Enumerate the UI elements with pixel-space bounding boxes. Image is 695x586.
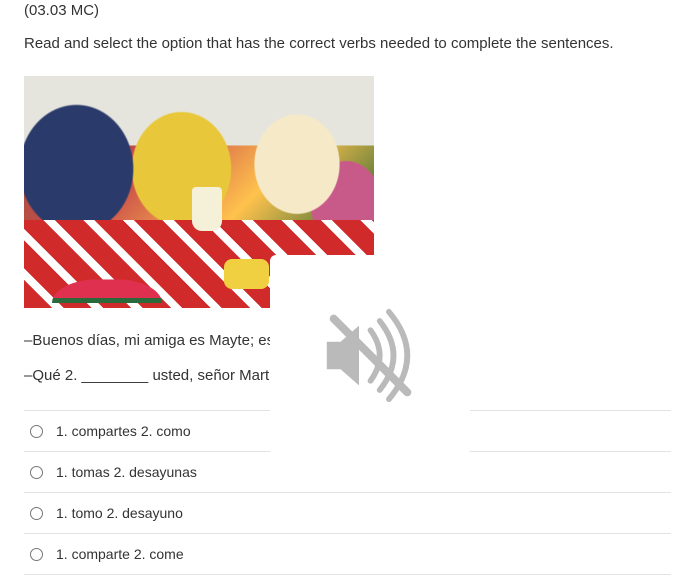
- option-3[interactable]: 1. tomo 2. desayuno: [24, 493, 671, 534]
- option-1-label: 1. compartes 2. como: [56, 423, 191, 439]
- corn-shape: [224, 259, 269, 289]
- option-2[interactable]: 1. tomas 2. desayunas: [24, 452, 671, 493]
- option-1-radio[interactable]: [30, 425, 43, 438]
- speaker-muted-icon: [313, 298, 428, 413]
- sentence-1-pre: –Buenos días, mi amiga es Mayte; e: [24, 332, 267, 349]
- question-meta: (03.03 MC): [24, 2, 671, 19]
- option-4-radio[interactable]: [30, 548, 43, 561]
- question-prompt: Read and select the option that has the …: [24, 33, 671, 54]
- option-2-label: 1. tomas 2. desayunas: [56, 464, 197, 480]
- option-3-radio[interactable]: [30, 507, 43, 520]
- option-4[interactable]: 1. comparte 2. come: [24, 534, 671, 575]
- option-3-label: 1. tomo 2. desayuno: [56, 505, 183, 521]
- jug-shape: [192, 187, 222, 231]
- option-4-label: 1. comparte 2. come: [56, 546, 184, 562]
- mute-overlay[interactable]: [270, 255, 470, 455]
- melon-shape: [52, 279, 162, 303]
- option-2-radio[interactable]: [30, 466, 43, 479]
